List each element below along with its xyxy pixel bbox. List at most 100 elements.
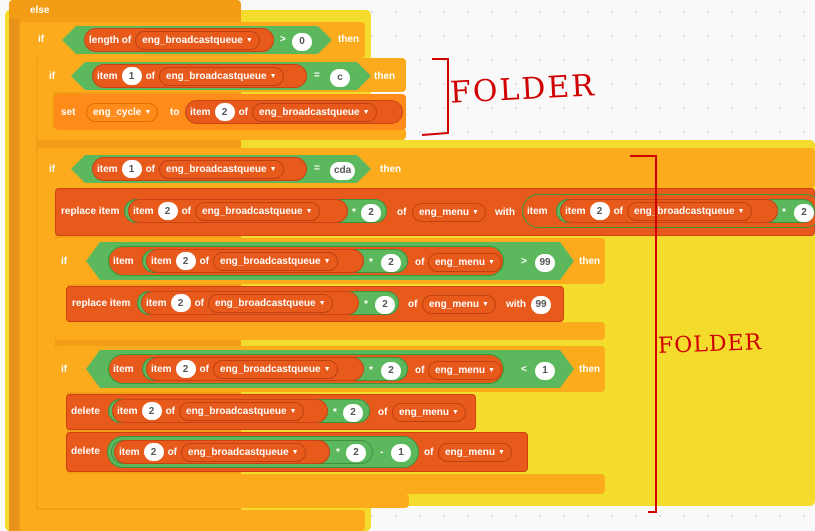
index-value[interactable]: 2	[157, 202, 178, 220]
one-value[interactable]: 1	[535, 361, 555, 380]
with-value[interactable]: 99	[531, 295, 551, 314]
index-value[interactable]: 2	[141, 402, 162, 420]
c-value[interactable]: c	[330, 68, 350, 87]
menu-dropdown[interactable]: eng_menu ▼	[428, 361, 502, 380]
queue-dropdown[interactable]: eng_broadcastqueue ▼	[135, 30, 260, 50]
with-label: with	[506, 299, 526, 310]
factor-value[interactable]: 2	[346, 443, 366, 462]
factor-value[interactable]: 2	[361, 203, 381, 222]
item-reporter[interactable]: item 2 of eng_broadcastqueue ▼	[112, 399, 328, 423]
index-value[interactable]: 2	[589, 202, 610, 220]
item-reporter[interactable]: item 2 of eng_broadcastqueue ▼	[146, 357, 364, 381]
chevron-down-icon: ▼	[498, 449, 505, 456]
item-label: item	[190, 106, 211, 118]
menu-dropdown-wrap: eng_menu ▼	[412, 202, 486, 222]
item-reporter[interactable]: item 2 of eng_broadcastqueue ▼	[146, 249, 364, 273]
queue-dropdown[interactable]: eng_broadcastqueue ▼	[208, 293, 333, 313]
item-label: item	[113, 363, 134, 375]
threshold-value[interactable]: 99	[535, 253, 555, 272]
cycle-dropdown-wrap: eng_cycle ▼	[86, 102, 159, 122]
item-label: item	[113, 255, 134, 267]
if-item1-cda-footer	[37, 494, 409, 508]
factor-value-wrap: 2	[381, 252, 401, 272]
item-reporter[interactable]: item 2 of eng_broadcastqueue ▼	[185, 100, 403, 124]
folder-bracket	[421, 58, 449, 136]
chevron-down-icon: ▼	[737, 207, 745, 215]
of-label: of	[378, 407, 388, 418]
menu-dropdown-wrap: eng_menu ▼	[438, 442, 512, 462]
queue-dropdown[interactable]: eng_broadcastqueue ▼	[181, 442, 306, 462]
cda-value[interactable]: cda	[330, 161, 356, 180]
menu-dropdown[interactable]: eng_menu ▼	[412, 203, 486, 222]
index-value[interactable]: 2	[143, 443, 164, 461]
zero-value-wrap: 0	[292, 31, 312, 51]
item-reporter[interactable]: item 2 of eng_broadcastqueue ▼	[114, 440, 330, 464]
menu-dropdown-label: eng_menu	[435, 257, 486, 268]
of-label: of	[415, 257, 425, 268]
item-reporter[interactable]: item 1 of eng_broadcastqueue ▼	[92, 157, 307, 181]
chevron-down-icon: ▼	[291, 448, 299, 456]
one-value-wrap: 1	[535, 360, 555, 380]
menu-dropdown-label: eng_menu	[399, 407, 450, 418]
index-value[interactable]: 2	[170, 294, 191, 312]
menu-dropdown-label: eng_menu	[419, 207, 470, 218]
menu-dropdown[interactable]: eng_menu ▼	[438, 443, 512, 462]
length-of-label: length of	[89, 34, 132, 46]
index-value[interactable]: 2	[175, 252, 196, 270]
queue-dropdown-label: eng_broadcastqueue	[166, 70, 267, 82]
menu-dropdown[interactable]: eng_menu ▼	[428, 253, 502, 272]
factor-value[interactable]: 2	[794, 203, 814, 222]
set-label: set	[61, 107, 76, 118]
of-label: of	[199, 255, 210, 267]
of-label: of	[181, 205, 192, 217]
index-value[interactable]: 1	[121, 67, 142, 85]
menu-dropdown-wrap: eng_menu ▼	[392, 402, 466, 422]
chevron-down-icon: ▼	[472, 209, 479, 216]
subtract-value-wrap: 1	[391, 442, 411, 462]
zero-value[interactable]: 0	[292, 32, 312, 51]
queue-dropdown[interactable]: eng_broadcastqueue ▼	[213, 359, 338, 379]
length-of-reporter[interactable]: length of eng_broadcastqueue ▼	[84, 28, 274, 52]
menu-dropdown-wrap: eng_menu ▼	[422, 294, 496, 314]
factor-value[interactable]: 2	[375, 295, 395, 314]
factor-value-wrap: 2	[381, 360, 401, 380]
menu-dropdown-label: eng_menu	[435, 365, 486, 376]
factor-value[interactable]: 2	[381, 361, 401, 380]
replace-item-label: replace item	[72, 298, 131, 309]
item-reporter[interactable]: item 2 of eng_broadcastqueue ▼	[141, 291, 359, 315]
chevron-down-icon: ▼	[323, 365, 331, 373]
chevron-down-icon: ▼	[482, 301, 489, 308]
index-value[interactable]: 2	[214, 103, 235, 121]
replace-item-label: replace item	[61, 206, 120, 217]
factor-value[interactable]: 2	[343, 403, 363, 422]
factor-value-wrap: 2	[343, 402, 363, 422]
index-value[interactable]: 1	[121, 160, 142, 178]
cycle-dropdown[interactable]: eng_cycle ▼	[86, 103, 159, 122]
menu-dropdown[interactable]: eng_menu ▼	[392, 403, 466, 422]
item-label: item	[151, 255, 172, 267]
of-label: of	[199, 363, 210, 375]
queue-dropdown[interactable]: eng_broadcastqueue ▼	[252, 102, 377, 122]
queue-dropdown[interactable]: eng_broadcastqueue ▼	[213, 251, 338, 271]
queue-dropdown[interactable]: eng_broadcastqueue ▼	[159, 66, 284, 86]
if-label-3: if	[49, 164, 56, 175]
chevron-down-icon: ▼	[289, 407, 297, 415]
factor-value[interactable]: 2	[381, 253, 401, 272]
queue-dropdown[interactable]: eng_broadcastqueue ▼	[179, 401, 304, 421]
item-reporter[interactable]: item 2 of eng_broadcastqueue ▼	[128, 199, 348, 223]
with-label: with	[495, 207, 515, 218]
item-reporter[interactable]: item 1 of eng_broadcastqueue ▼	[92, 64, 307, 88]
queue-dropdown[interactable]: eng_broadcastqueue ▼	[159, 159, 284, 179]
of-label: of	[424, 447, 434, 458]
chevron-down-icon: ▼	[318, 299, 326, 307]
queue-dropdown-label: eng_broadcastqueue	[220, 255, 321, 267]
then-label-3: then	[380, 164, 402, 175]
menu-dropdown[interactable]: eng_menu ▼	[422, 295, 496, 314]
item-label: item	[97, 70, 118, 82]
queue-dropdown[interactable]: eng_broadcastqueue ▼	[195, 201, 320, 221]
index-value[interactable]: 2	[175, 360, 196, 378]
subtract-value[interactable]: 1	[391, 443, 411, 462]
mul-symbol: *	[369, 257, 373, 268]
if-item1-cda-body	[37, 148, 55, 508]
mul-symbol: *	[369, 365, 373, 376]
